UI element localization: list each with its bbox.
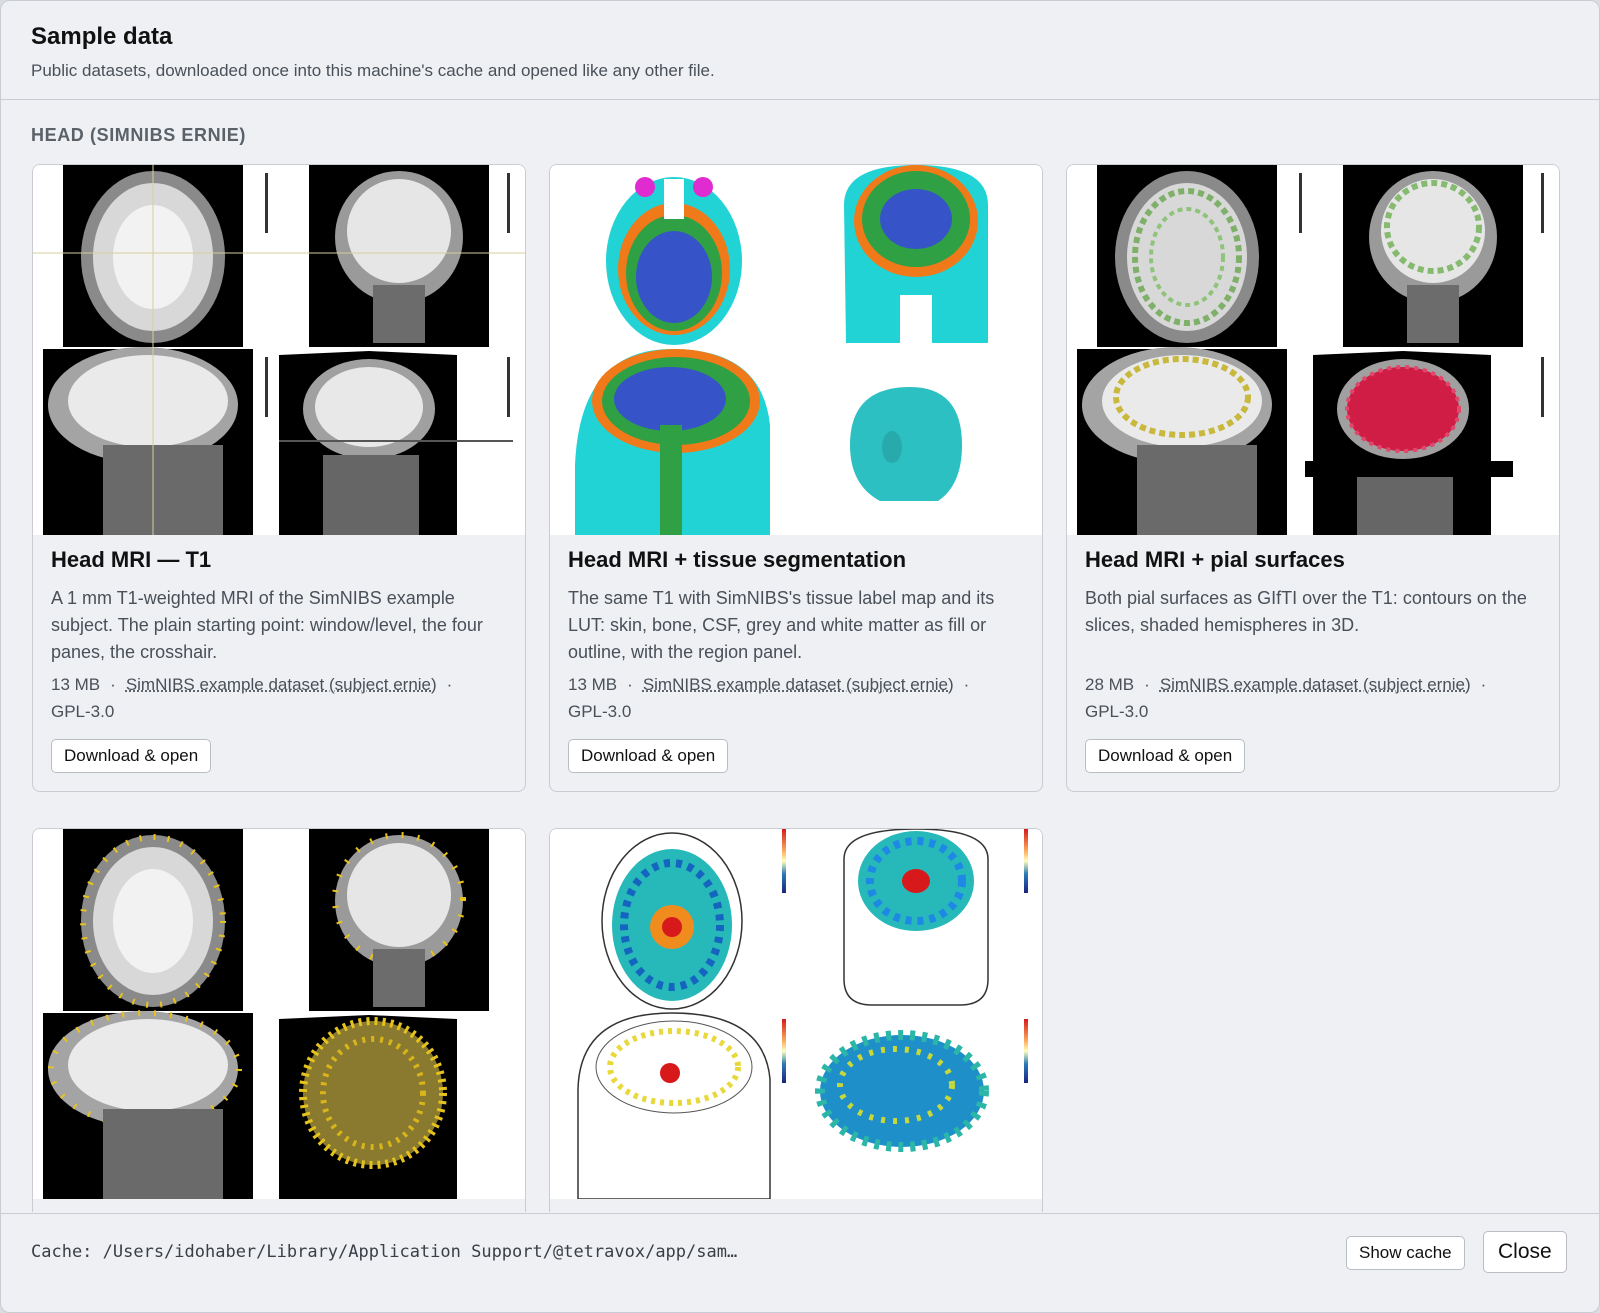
file-size: 13 MB [568, 675, 618, 694]
license: GPL-3.0 [51, 702, 115, 721]
sample-data-dialog: Sample data Public datasets, downloaded … [0, 0, 1600, 1313]
preview-image [33, 829, 525, 1199]
show-cache-button[interactable]: Show cache [1346, 1236, 1465, 1270]
dataset-card-field-map [549, 828, 1043, 1212]
card-title: Head MRI — T1 [51, 547, 212, 572]
close-button[interactable]: Close [1483, 1231, 1567, 1273]
download-open-button[interactable]: Download & open [568, 739, 729, 773]
dataset-card-head-mri-t1: Head MRI — T1 A 1 mm T1-weighted MRI of … [32, 164, 526, 792]
card-meta: 28 MB · SimNIBS example dataset (subject e… [1085, 675, 1487, 721]
file-size: 28 MB [1085, 675, 1135, 694]
source-link[interactable]: SimNIBS example dataset (subject ernie) [126, 675, 437, 694]
download-open-button[interactable]: Download & open [1085, 739, 1246, 773]
card-title: Head MRI + tissue segmentation [568, 547, 907, 572]
dataset-list[interactable]: HEAD (SIMNIBS ERNIE) Head MRI — T1 A 1 m… [1, 100, 1599, 1212]
download-open-button[interactable]: Download & open [51, 739, 212, 773]
dialog-footer: Cache: /Users/idohaber/Library/Applicati… [1, 1213, 1599, 1312]
dataset-card-tissue-segmentation: Head MRI + tissue segmentation The same … [549, 164, 1043, 792]
preview-image [550, 829, 1042, 1199]
card-description: A 1 mm T1-weighted MRI of the SimNIBS ex… [51, 588, 483, 662]
card-body: Head MRI + pial surfaces Both pial surfa… [1085, 547, 1541, 773]
card-body: Head MRI + tissue segmentation The same … [568, 547, 1024, 773]
preview-image [33, 165, 525, 535]
card-body: Head MRI — T1 A 1 mm T1-weighted MRI of … [51, 547, 507, 773]
dialog-header: Sample data Public datasets, downloaded … [1, 1, 1599, 100]
card-description: Both pial surfaces as GIfTI over the T1:… [1085, 588, 1527, 635]
license: GPL-3.0 [1085, 702, 1149, 721]
license: GPL-3.0 [568, 702, 632, 721]
card-title: Head MRI + pial surfaces [1085, 547, 1345, 572]
card-meta: 13 MB · SimNIBS example dataset (subject e… [568, 675, 970, 721]
preview-image [1067, 165, 1559, 535]
dataset-card-pial-surfaces: Head MRI + pial surfaces Both pial surfa… [1066, 164, 1560, 792]
card-meta: 13 MB · SimNIBS example dataset (subject e… [51, 675, 453, 721]
file-size: 13 MB [51, 675, 101, 694]
dialog-title: Sample data [31, 23, 173, 50]
source-link[interactable]: SimNIBS example dataset (subject ernie) [643, 675, 954, 694]
source-link[interactable]: SimNIBS example dataset (subject ernie) [1160, 675, 1471, 694]
section-title: HEAD (SIMNIBS ERNIE) [31, 125, 247, 145]
preview-image [550, 165, 1042, 535]
dataset-card-electrodes [32, 828, 526, 1212]
dialog-subtitle: Public datasets, downloaded once into th… [31, 61, 715, 80]
cache-path: Cache: /Users/idohaber/Library/Applicati… [31, 1242, 738, 1262]
card-description: The same T1 with SimNIBS's tissue label … [568, 588, 995, 662]
